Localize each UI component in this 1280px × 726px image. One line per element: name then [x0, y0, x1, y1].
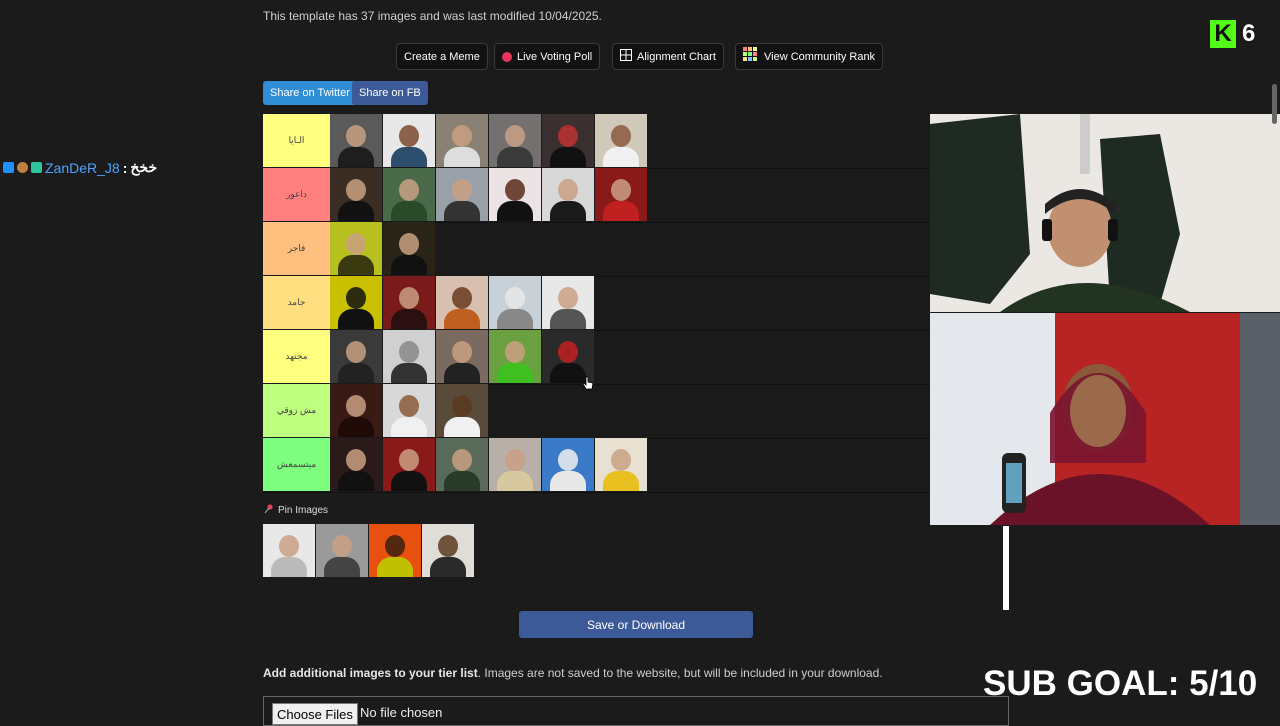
tier-list: الـايا داعور فاجر جامد مجتهد مش زوقي ميت…: [263, 114, 930, 493]
template-info: This template has 37 images and was last…: [263, 9, 602, 23]
badge-icon: [31, 162, 42, 173]
tier-image[interactable]: [383, 438, 435, 491]
tier-image[interactable]: [436, 114, 488, 167]
pin-images-header: Pin Images: [264, 504, 328, 517]
create-meme-button[interactable]: Create a Meme: [396, 43, 488, 70]
badge-icon: [17, 162, 28, 173]
choose-files-button[interactable]: Choose Files: [272, 703, 358, 725]
tier-label[interactable]: ميتسمعش: [263, 438, 330, 491]
scrollbar[interactable]: [1272, 84, 1277, 124]
chat-separator: :: [122, 159, 128, 176]
tier-row: مجتهد: [263, 330, 930, 385]
tier-image[interactable]: [436, 168, 488, 221]
webcam-feed-top: [930, 114, 1280, 312]
tier-image[interactable]: [330, 438, 382, 491]
tier-row: مش زوقي: [263, 384, 930, 439]
tier-image[interactable]: [489, 438, 541, 491]
tier-image[interactable]: [330, 330, 382, 383]
tier-image[interactable]: [489, 330, 541, 383]
tier-image[interactable]: [542, 114, 594, 167]
tier-image[interactable]: [489, 114, 541, 167]
tier-image[interactable]: [436, 384, 488, 437]
create-meme-label: Create a Meme: [404, 50, 480, 63]
record-dot-icon: [502, 51, 512, 62]
pinned-image[interactable]: [263, 524, 315, 577]
add-images-note: . Images are not saved to the website, b…: [477, 666, 883, 680]
color-grid-icon: [743, 47, 759, 66]
tier-label[interactable]: مجتهد: [263, 330, 330, 383]
share-fb-button[interactable]: Share on FB: [352, 81, 428, 105]
pinned-image[interactable]: [316, 524, 368, 577]
tier-image[interactable]: [595, 438, 647, 491]
tier-image[interactable]: [383, 222, 435, 275]
kick-logo-icon: K: [1210, 20, 1236, 48]
badge-icon: [3, 162, 14, 173]
alignment-chart-label: Alignment Chart: [637, 50, 716, 63]
sub-goal-progress-bar: [1003, 526, 1009, 610]
sub-goal-overlay: SUB GOAL: 5/10: [983, 664, 1258, 703]
tier-image[interactable]: [330, 114, 382, 167]
pin-images-label: Pin Images: [278, 505, 329, 516]
tier-image[interactable]: [383, 168, 435, 221]
grid-icon: [620, 49, 632, 64]
tier-image[interactable]: [436, 276, 488, 329]
tier-image[interactable]: [330, 222, 382, 275]
pushpin-icon: [264, 504, 274, 517]
tier-image[interactable]: [436, 438, 488, 491]
tier-image[interactable]: [595, 114, 647, 167]
live-voting-poll-button[interactable]: Live Voting Poll: [494, 43, 601, 70]
tier-image[interactable]: [489, 276, 541, 329]
tier-image[interactable]: [330, 384, 382, 437]
share-twitter-label: Share on Twitter: [270, 87, 350, 99]
tier-row: ميتسمعش: [263, 438, 930, 493]
chat-username[interactable]: ZanDeR_J8: [45, 160, 120, 176]
tier-image[interactable]: [595, 168, 647, 221]
tier-row: جامد: [263, 276, 930, 331]
share-fb-label: Share on FB: [359, 87, 421, 99]
tier-label[interactable]: مش زوقي: [263, 384, 330, 437]
viewer-count: 6: [1242, 20, 1256, 47]
tier-label[interactable]: داعور: [263, 168, 330, 221]
tier-label[interactable]: جامد: [263, 276, 330, 329]
tier-label[interactable]: الـايا: [263, 114, 330, 167]
chat-text: خخخ: [130, 159, 158, 175]
save-download-button[interactable]: Save or Download: [519, 611, 753, 638]
file-status: No file chosen: [360, 705, 443, 720]
add-images-info: Add additional images to your tier list.…: [263, 666, 883, 680]
tier-row: داعور: [263, 168, 930, 223]
tier-image[interactable]: [436, 330, 488, 383]
tier-image[interactable]: [383, 330, 435, 383]
tier-image[interactable]: [489, 168, 541, 221]
tier-image[interactable]: [383, 276, 435, 329]
hand-cursor-icon: [582, 376, 594, 392]
tier-label[interactable]: فاجر: [263, 222, 330, 275]
tier-image[interactable]: [542, 438, 594, 491]
kick-viewer-badge: K 6: [1210, 20, 1266, 50]
chat-message: ZanDeR_J8 : خخخ: [3, 159, 157, 176]
community-rank-button[interactable]: View Community Rank: [735, 43, 884, 70]
pinned-image[interactable]: [422, 524, 474, 577]
tier-image[interactable]: [542, 168, 594, 221]
community-rank-label: View Community Rank: [764, 50, 876, 63]
webcam-feed-bottom: [930, 313, 1280, 525]
alignment-chart-button[interactable]: Alignment Chart: [612, 43, 724, 70]
tier-image[interactable]: [383, 384, 435, 437]
pinned-image[interactable]: [369, 524, 421, 577]
tier-row: فاجر: [263, 222, 930, 277]
tier-image[interactable]: [542, 276, 594, 329]
tier-image[interactable]: [330, 276, 382, 329]
tier-image[interactable]: [383, 114, 435, 167]
share-twitter-button[interactable]: Share on Twitter: [263, 81, 357, 105]
live-voting-poll-label: Live Voting Poll: [517, 50, 593, 63]
tier-row: الـايا: [263, 114, 930, 169]
add-images-heading: Add additional images to your tier list: [263, 666, 478, 680]
save-download-label: Save or Download: [586, 617, 686, 632]
file-input[interactable]: Choose Files No file chosen: [263, 696, 1009, 726]
tier-image[interactable]: [330, 168, 382, 221]
